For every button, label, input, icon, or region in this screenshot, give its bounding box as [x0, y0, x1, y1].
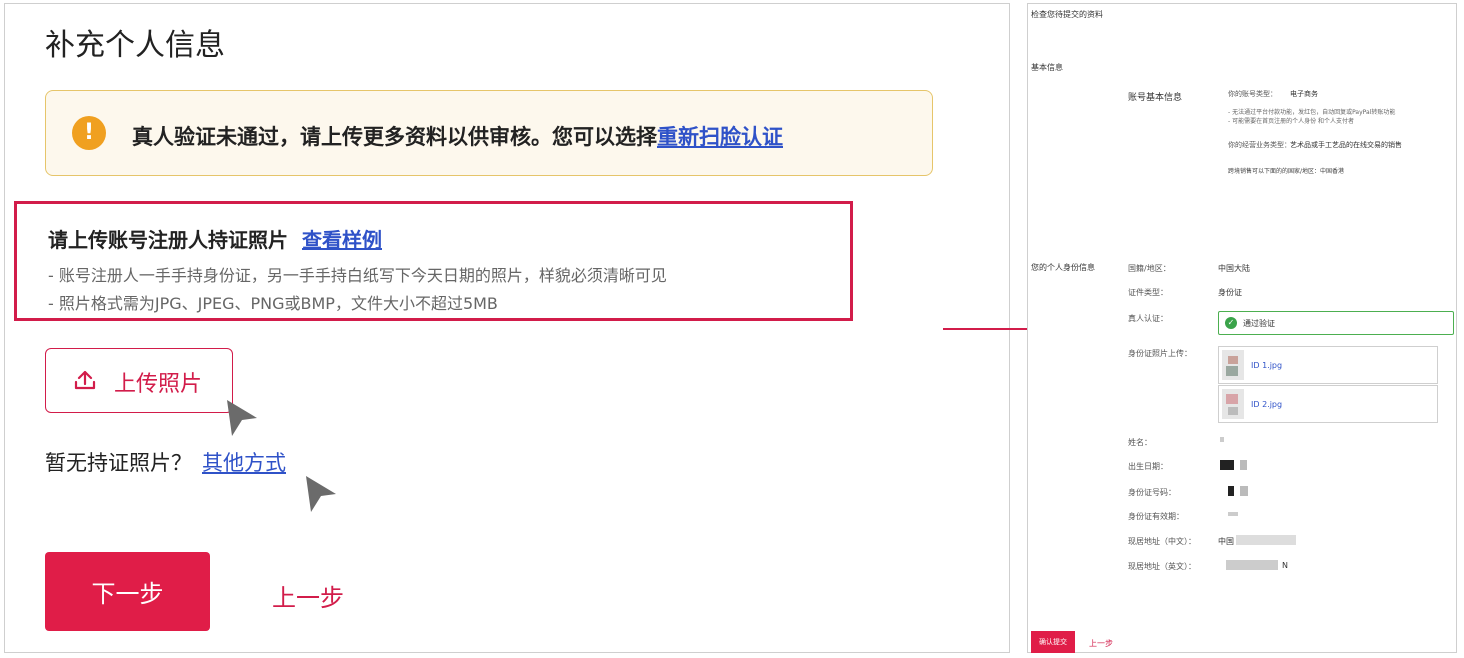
- birth-label: 出生日期：: [1128, 462, 1168, 471]
- address-cn-label: 现居地址（中文）：: [1128, 537, 1196, 546]
- upload-icon: [74, 370, 96, 390]
- region-label: 国籍/地区：: [1128, 264, 1171, 273]
- mouse-cursor-icon: [306, 476, 336, 512]
- id-expiry-redacted: [1228, 512, 1238, 516]
- account-info-label: 账号基本信息: [1128, 93, 1183, 103]
- verification-alert: ! 真人验证未通过，请上传更多资料以供审核。您可以选择重新扫脸认证: [45, 90, 933, 176]
- address-en-redacted: [1226, 560, 1278, 570]
- address-cn-value: 中国: [1218, 537, 1234, 546]
- birth-redacted: [1220, 460, 1234, 470]
- warning-icon: !: [72, 116, 106, 150]
- file-thumbnail-2: [1222, 389, 1244, 419]
- alert-text: 真人验证未通过，请上传更多资料以供审核。您可以选择: [132, 125, 657, 149]
- id-number-label: 身份证号码：: [1128, 488, 1176, 497]
- mouse-cursor-icon: [227, 400, 257, 436]
- next-step-button[interactable]: 下一步: [45, 552, 210, 631]
- review-previous-button[interactable]: 上一步: [1089, 638, 1113, 649]
- other-methods-link[interactable]: 其他方式: [202, 451, 286, 475]
- uploaded-file-1[interactable]: ID 1.jpg: [1218, 346, 1438, 384]
- id-expiry-label: 身份证有效期：: [1128, 512, 1184, 521]
- identity-section: 您的个人身份信息: [1031, 263, 1095, 272]
- id-number-redacted-2: [1240, 486, 1248, 496]
- name-label: 姓名：: [1128, 438, 1152, 447]
- upload-photo-label: 上传照片: [114, 372, 203, 397]
- birth-redacted-2: [1240, 460, 1247, 470]
- review-header: 检查您待提交的资料: [1031, 10, 1103, 19]
- liveness-status-badge: ✓ 通过验证: [1218, 311, 1454, 335]
- account-note-1: - 无法通过平台付款功能，发红包，自动回复或PayPal转账功能: [1228, 109, 1396, 116]
- rescan-face-link[interactable]: 重新扫脸认证: [657, 125, 783, 149]
- liveness-label: 真人认证：: [1128, 314, 1168, 323]
- previous-step-button[interactable]: 上一步: [272, 578, 344, 613]
- account-type-value: 电子商务: [1290, 90, 1318, 98]
- no-id-photo-row: 暂无持证照片？ 其他方式: [45, 447, 286, 477]
- upload-requirement-box: 请上传账号注册人持证照片 查看样例 - 账号注册人一手手持身份证，另一手手持白纸写…: [14, 201, 853, 321]
- business-type-label: 你的经营业务类型：: [1228, 141, 1291, 149]
- upload-photo-button[interactable]: 上传照片: [45, 348, 233, 413]
- doc-type-value: 身份证: [1218, 288, 1242, 297]
- basic-info-section: 基本信息: [1031, 63, 1063, 72]
- alert-message: 真人验证未通过，请上传更多资料以供审核。您可以选择重新扫脸认证: [132, 121, 783, 151]
- requirement-line-1: - 账号注册人一手手持身份证，另一手手持白纸写下今天日期的照片，样貌必须清晰可见: [48, 266, 667, 285]
- account-note-2: - 可能需要在首页注册的个人身份 和个人支付者: [1228, 118, 1354, 125]
- sales-region-line: 跨境销售可以下面的的国家/地区：中国香港: [1228, 168, 1345, 175]
- address-en-value: N: [1282, 561, 1288, 570]
- liveness-status-text: 通过验证: [1243, 319, 1275, 328]
- confirm-submit-button[interactable]: 确认提交: [1031, 631, 1075, 653]
- business-type-value: 艺术品或手工艺品的在线交易的销售: [1290, 141, 1402, 149]
- region-value: 中国大陆: [1218, 264, 1250, 273]
- page-title: 补充个人信息: [45, 28, 225, 63]
- name-redacted: [1220, 437, 1224, 442]
- uploaded-file-2[interactable]: ID 2.jpg: [1218, 385, 1438, 423]
- no-id-text: 暂无持证照片？: [45, 451, 192, 475]
- doc-type-label: 证件类型：: [1128, 288, 1168, 297]
- file-name-2: ID 2.jpg: [1251, 400, 1283, 409]
- address-cn-redacted: [1236, 535, 1296, 545]
- requirement-title: 请上传账号注册人持证照片 查看样例: [48, 224, 382, 253]
- account-type-label: 你的账号类型：: [1228, 90, 1277, 98]
- address-en-label: 现居地址（英文）：: [1128, 562, 1196, 571]
- file-name-1: ID 1.jpg: [1251, 361, 1283, 370]
- id-number-redacted: [1228, 486, 1234, 496]
- view-sample-link[interactable]: 查看样例: [302, 228, 382, 252]
- requirement-title-text: 请上传账号注册人持证照片: [48, 228, 288, 252]
- file-thumbnail-1: [1222, 350, 1244, 380]
- requirement-line-2: - 照片格式需为JPG、JPEG、PNG或BMP，文件大小不超过5MB: [48, 294, 498, 313]
- id-upload-label: 身份证照片上传：: [1128, 349, 1192, 358]
- check-circle-icon: ✓: [1225, 317, 1237, 329]
